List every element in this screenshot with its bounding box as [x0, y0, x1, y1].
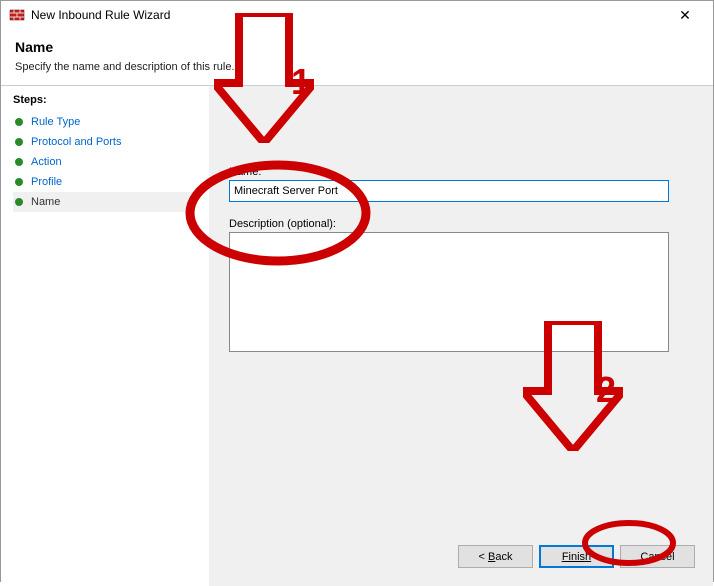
- name-input[interactable]: [229, 180, 669, 202]
- firewall-icon: [9, 7, 25, 23]
- window-title: New Inbound Rule Wizard: [31, 8, 665, 22]
- step-name[interactable]: Name: [13, 192, 193, 212]
- steps-heading: Steps:: [13, 94, 209, 106]
- wizard-window: New Inbound Rule Wizard ✕ Name Specify t…: [0, 0, 714, 582]
- button-row: < Back Finish Cancel: [458, 545, 695, 568]
- wizard-header: Name Specify the name and description of…: [1, 29, 713, 86]
- step-action[interactable]: Action: [13, 152, 209, 172]
- back-button[interactable]: < Back: [458, 545, 533, 568]
- bullet-icon: [15, 118, 23, 126]
- step-rule-type[interactable]: Rule Type: [13, 112, 209, 132]
- titlebar: New Inbound Rule Wizard ✕: [1, 1, 713, 29]
- bullet-icon: [15, 178, 23, 186]
- wizard-content: Name: Description (optional): < Back Fin…: [209, 86, 713, 586]
- description-textarea[interactable]: [229, 232, 669, 352]
- bullet-icon: [15, 138, 23, 146]
- bullet-icon: [15, 158, 23, 166]
- page-subtitle: Specify the name and description of this…: [15, 61, 699, 73]
- page-title: Name: [15, 39, 699, 55]
- step-profile[interactable]: Profile: [13, 172, 209, 192]
- finish-button[interactable]: Finish: [539, 545, 614, 568]
- name-label: Name:: [229, 166, 693, 178]
- steps-sidebar: Steps: Rule Type Protocol and Ports Acti…: [1, 86, 209, 586]
- close-button[interactable]: ✕: [665, 1, 705, 29]
- cancel-button[interactable]: Cancel: [620, 545, 695, 568]
- bullet-icon: [15, 198, 23, 206]
- step-protocol-ports[interactable]: Protocol and Ports: [13, 132, 209, 152]
- description-label: Description (optional):: [229, 218, 693, 230]
